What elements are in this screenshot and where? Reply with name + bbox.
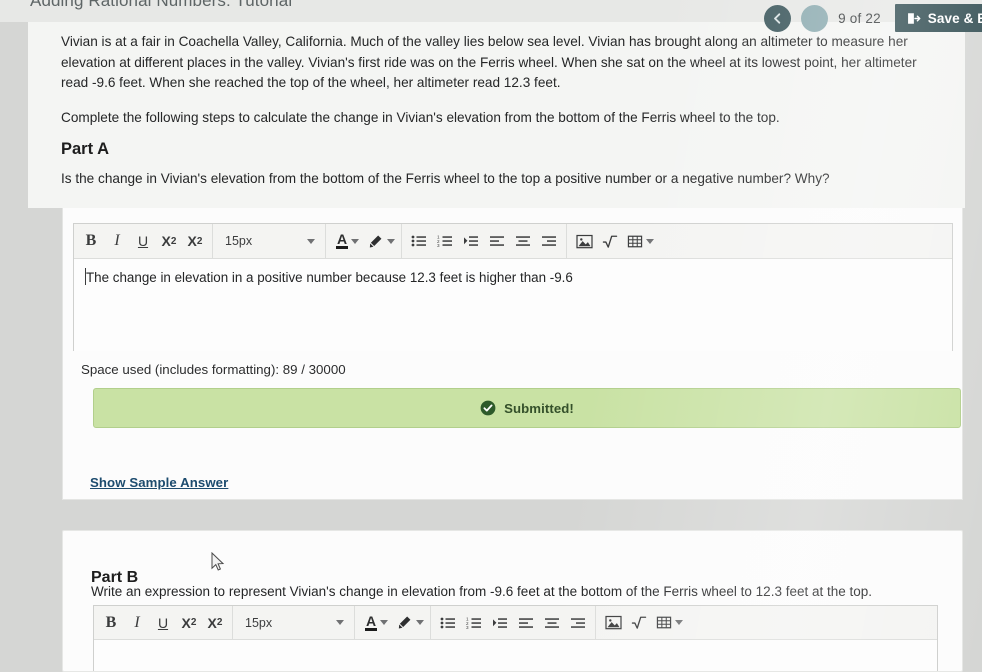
subscript-base: X (207, 614, 217, 631)
font-size-value: 15px (225, 234, 253, 248)
subscript-exponent: 2 (196, 235, 203, 247)
font-color-button[interactable]: A (330, 231, 361, 249)
underline-icon[interactable]: U (150, 609, 176, 637)
subscript-exponent: 2 (216, 617, 223, 628)
superscript-icon[interactable]: X2 (156, 227, 182, 255)
part-a-answer-textarea[interactable]: The change in elevation in a positive nu… (74, 259, 952, 351)
font-color-button[interactable]: A (359, 612, 390, 631)
submitted-banner: Submitted! (93, 388, 961, 428)
font-size-group: 15px (233, 606, 355, 639)
part-a-space-used: Space used (includes formatting): 89 / 3… (81, 362, 346, 377)
text-style-group: B I U X2 X2 (94, 606, 233, 639)
superscript-exponent: 2 (190, 617, 197, 628)
italic-icon[interactable]: I (104, 227, 130, 255)
superscript-icon[interactable]: X2 (176, 609, 202, 637)
subscript-icon[interactable]: X2 (202, 609, 228, 637)
font-size-dropdown[interactable]: 15px (217, 227, 321, 255)
highlight-color-button[interactable] (361, 233, 397, 250)
part-a-rich-text-editor[interactable]: B I U X2 X2 15px A 1 2 3 The change in e… (73, 223, 953, 351)
progress-circle-icon[interactable] (801, 4, 829, 32)
highlight-color-button[interactable] (390, 614, 426, 631)
insert-image-icon[interactable] (600, 609, 626, 637)
submitted-label: Submitted! (504, 400, 574, 416)
part-a-card: B I U X2 X2 15px A 1 2 3 The change in e… (62, 208, 963, 500)
font-color-icon: A (365, 612, 378, 631)
numbered-list-icon[interactable]: 1 2 3 (461, 609, 487, 637)
insert-group (567, 224, 662, 258)
font-size-dropdown[interactable]: 15px (237, 609, 350, 637)
indent-icon[interactable] (487, 609, 513, 637)
font-size-group: 15px (213, 224, 326, 258)
part-a-toolbar: B I U X2 X2 15px A 1 2 3 (74, 224, 952, 259)
bold-icon[interactable]: B (98, 609, 124, 637)
back-button[interactable] (764, 4, 792, 32)
text-caret (85, 268, 86, 285)
highlight-color-icon (369, 234, 382, 247)
chevron-down-icon[interactable] (646, 238, 655, 244)
chevron-down-icon[interactable] (351, 238, 360, 244)
part-a-question: Is the change in Vivian's elevation from… (61, 171, 830, 186)
part-b-question: Write an expression to represent Vivian'… (91, 584, 873, 599)
svg-text:3: 3 (466, 625, 469, 630)
page-body: Vivian is at a fair in Coachella Valley,… (0, 22, 982, 672)
page-counter: 9 of 22 (838, 10, 881, 26)
italic-icon[interactable]: I (124, 609, 150, 637)
chevron-down-icon[interactable] (675, 620, 684, 625)
align-right-icon[interactable] (565, 609, 591, 637)
list-align-group: 1 2 3 (402, 224, 568, 258)
insert-group (596, 606, 691, 639)
chevron-down-icon (336, 620, 344, 625)
align-left-icon[interactable] (484, 227, 510, 255)
font-color-icon: A (336, 231, 349, 249)
chevron-down-icon[interactable] (416, 620, 425, 625)
intro-paragraph: Vivian is at a fair in Coachella Valley,… (61, 34, 917, 90)
svg-text:3: 3 (437, 243, 440, 248)
color-group: A (326, 224, 403, 258)
bullet-list-icon[interactable] (435, 609, 461, 637)
part-b-rich-text-editor[interactable]: B I U X2 X2 15px A 1 2 3 (93, 605, 938, 671)
show-sample-answer-link[interactable]: Show Sample Answer (90, 475, 228, 490)
subscript-base: X (187, 233, 197, 249)
part-b-answer-textarea[interactable] (94, 640, 937, 671)
underline-icon[interactable]: U (130, 227, 156, 255)
insert-table-button[interactable] (652, 609, 687, 637)
font-size-value: 15px (245, 615, 273, 630)
insert-table-button[interactable] (623, 227, 658, 255)
highlight-color-icon (398, 616, 411, 629)
tutorial-title: Adding Rational Numbers: Tutorial (30, 0, 293, 10)
save-and-exit-button[interactable]: Save & Ex (894, 4, 982, 32)
chevron-down-icon[interactable] (387, 238, 396, 244)
align-right-icon[interactable] (536, 227, 562, 255)
insert-image-icon[interactable] (571, 227, 597, 255)
superscript-exponent: 2 (170, 235, 177, 247)
indent-icon[interactable] (458, 227, 484, 255)
navigation-cluster: 9 of 22 Save & Ex (764, 0, 982, 36)
subscript-icon[interactable]: X2 (182, 227, 208, 255)
color-group: A (355, 606, 432, 639)
square-root-icon[interactable] (626, 609, 652, 637)
text-style-group: B I U X2 X2 (74, 224, 213, 258)
intro-section: Vivian is at a fair in Coachella Valley,… (28, 22, 965, 208)
chevron-down-icon (307, 238, 315, 244)
save-and-exit-label: Save & Ex (927, 10, 982, 26)
part-b-card: Part B Write an expression to represent … (62, 530, 963, 672)
chevron-left-icon (774, 12, 781, 24)
check-circle-icon (480, 400, 496, 416)
chevron-down-icon[interactable] (380, 620, 389, 625)
exit-door-icon (907, 12, 921, 24)
part-a-heading: Part A (61, 140, 109, 158)
numbered-list-icon[interactable]: 1 2 3 (432, 227, 458, 255)
superscript-base: X (161, 233, 171, 249)
part-a-answer-text: The change in elevation in a positive nu… (86, 270, 573, 285)
align-center-icon[interactable] (510, 227, 536, 255)
superscript-base: X (181, 614, 191, 631)
list-align-group: 1 2 3 (431, 606, 597, 639)
bold-icon[interactable]: B (78, 227, 104, 255)
align-center-icon[interactable] (539, 609, 565, 637)
bullet-list-icon[interactable] (406, 227, 432, 255)
intro-instruction: Complete the following steps to calculat… (61, 109, 780, 125)
align-left-icon[interactable] (513, 609, 539, 637)
square-root-icon[interactable] (597, 227, 623, 255)
part-b-toolbar: B I U X2 X2 15px A 1 2 3 (94, 606, 937, 640)
